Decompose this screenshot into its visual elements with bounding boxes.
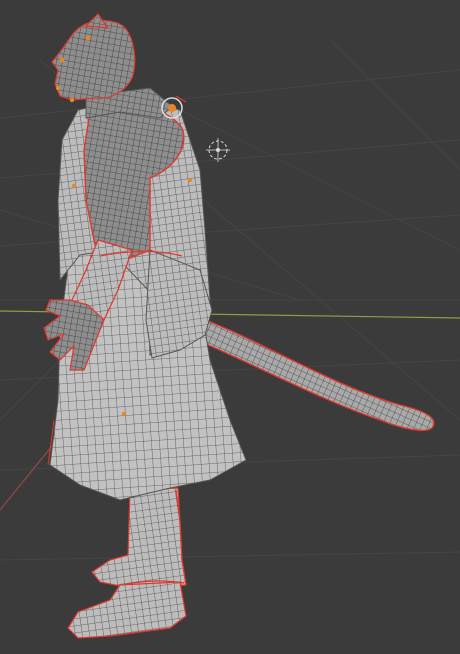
boot-front[interactable]	[67, 581, 187, 639]
viewport-canvas[interactable]	[0, 0, 460, 654]
character-mesh[interactable]	[43, 13, 435, 639]
3d-viewport[interactable]	[0, 0, 460, 654]
3d-cursor-icon[interactable]	[206, 138, 230, 162]
head[interactable]	[51, 19, 136, 101]
boot-back[interactable]	[91, 487, 187, 589]
